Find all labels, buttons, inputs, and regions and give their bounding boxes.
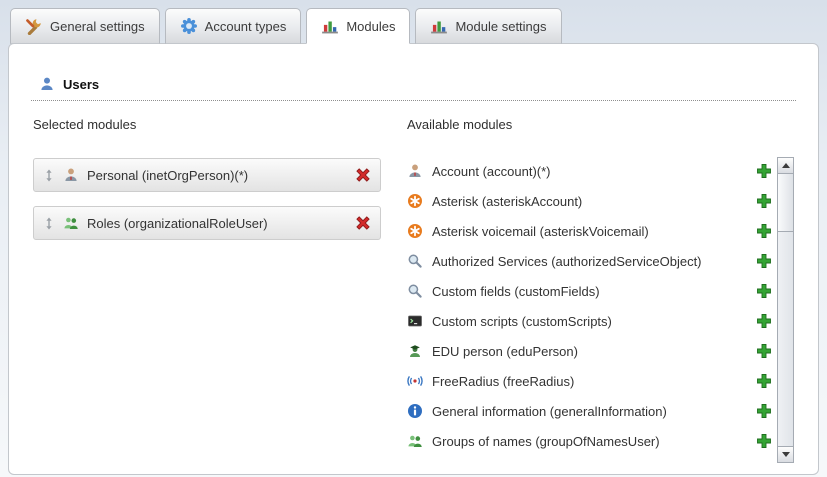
modules-panel: Users Selected modules Personal (inetOrg… — [8, 43, 819, 475]
tab-label: Account types — [205, 19, 287, 34]
selected-module-row: Personal (inetOrgPerson)(*) — [33, 158, 381, 192]
magnifier-icon — [407, 283, 423, 299]
scroll-up-button[interactable] — [778, 158, 793, 174]
add-module-button[interactable] — [756, 283, 772, 299]
chart-icon — [321, 17, 339, 35]
tab-label: Modules — [346, 19, 395, 34]
tab-label: Module settings — [455, 19, 546, 34]
section-title: Users — [63, 77, 99, 92]
available-module-row: EDU person (eduPerson) — [407, 336, 772, 366]
group-icon — [63, 215, 79, 231]
selected-modules-heading: Selected modules — [33, 117, 381, 132]
available-modules-list: Account (account)(*) Asterisk (asteriskA… — [407, 156, 772, 463]
sort-handle-icon[interactable] — [43, 217, 55, 230]
available-module-row: General information (generalInformation) — [407, 396, 772, 426]
selected-modules-column: Selected modules Personal (inetOrgPerson… — [33, 101, 381, 463]
available-module-label: Groups of names (groupOfNamesUser) — [432, 434, 660, 449]
available-module-row: Asterisk (asteriskAccount) — [407, 186, 772, 216]
add-module-button[interactable] — [756, 343, 772, 359]
info-icon — [407, 403, 423, 419]
selected-module-label: Roles (organizationalRoleUser) — [87, 216, 268, 231]
settings-tabbar: General settings Account types Modules M… — [0, 0, 827, 44]
users-section-header: Users — [31, 44, 796, 101]
scrollbar-track[interactable] — [778, 232, 793, 446]
script-icon — [407, 313, 423, 329]
radius-antenna-icon — [407, 373, 423, 389]
arrow-up-icon — [782, 163, 790, 168]
available-module-row: FreeRadius (freeRadius) — [407, 366, 772, 396]
add-module-button[interactable] — [756, 313, 772, 329]
available-module-row: Authorized Services (authorizedServiceOb… — [407, 246, 772, 276]
module-columns: Selected modules Personal (inetOrgPerson… — [9, 101, 818, 463]
add-module-button[interactable] — [756, 403, 772, 419]
add-module-button[interactable] — [756, 193, 772, 209]
available-module-row: Account (account)(*) — [407, 156, 772, 186]
sort-handle-icon[interactable] — [43, 169, 55, 182]
asterisk-icon — [407, 223, 423, 239]
available-module-label: Account (account)(*) — [432, 164, 551, 179]
scroll-down-button[interactable] — [778, 446, 793, 462]
available-modules-heading: Available modules — [407, 117, 794, 132]
available-module-label: Custom fields (customFields) — [432, 284, 600, 299]
remove-module-button[interactable] — [355, 167, 371, 183]
selected-module-label: Personal (inetOrgPerson)(*) — [87, 168, 248, 183]
available-module-label: Asterisk voicemail (asteriskVoicemail) — [432, 224, 649, 239]
add-module-button[interactable] — [756, 253, 772, 269]
available-module-row: Custom scripts (customScripts) — [407, 306, 772, 336]
available-module-label: Authorized Services (authorizedServiceOb… — [432, 254, 702, 269]
available-module-row: Custom fields (customFields) — [407, 276, 772, 306]
tab-modules[interactable]: Modules — [306, 8, 410, 44]
add-module-button[interactable] — [756, 373, 772, 389]
person-icon — [407, 163, 423, 179]
available-module-row: Groups of names (groupOfNamesUser) — [407, 426, 772, 456]
magnifier-icon — [407, 253, 423, 269]
available-modules-column: Available modules Account (account)(*) A… — [407, 101, 794, 463]
add-module-button[interactable] — [756, 433, 772, 449]
add-module-button[interactable] — [756, 163, 772, 179]
tab-module-settings[interactable]: Module settings — [415, 8, 561, 44]
person-icon — [63, 167, 79, 183]
tab-account-types[interactable]: Account types — [165, 8, 302, 44]
available-module-label: Asterisk (asteriskAccount) — [432, 194, 582, 209]
asterisk-icon — [407, 193, 423, 209]
available-module-label: Custom scripts (customScripts) — [432, 314, 612, 329]
user-icon — [39, 76, 55, 92]
chart-icon — [430, 17, 448, 35]
available-modules-scrollbar — [777, 157, 794, 463]
add-module-button[interactable] — [756, 223, 772, 239]
tab-label: General settings — [50, 19, 145, 34]
arrow-down-icon — [782, 452, 790, 457]
available-module-label: EDU person (eduPerson) — [432, 344, 578, 359]
scrollbar-thumb[interactable] — [778, 174, 793, 232]
remove-module-button[interactable] — [355, 215, 371, 231]
tab-general-settings[interactable]: General settings — [10, 8, 160, 44]
available-module-row: Asterisk voicemail (asteriskVoicemail) — [407, 216, 772, 246]
badge-icon — [180, 17, 198, 35]
selected-module-row: Roles (organizationalRoleUser) — [33, 206, 381, 240]
wrench-icon — [25, 17, 43, 35]
group-icon — [407, 433, 423, 449]
available-module-label: FreeRadius (freeRadius) — [432, 374, 574, 389]
available-module-label: General information (generalInformation) — [432, 404, 667, 419]
edu-person-icon — [407, 343, 423, 359]
selected-modules-list: Personal (inetOrgPerson)(*) Roles (organ… — [33, 158, 381, 240]
available-modules-body: Account (account)(*) Asterisk (asteriskA… — [407, 156, 794, 463]
